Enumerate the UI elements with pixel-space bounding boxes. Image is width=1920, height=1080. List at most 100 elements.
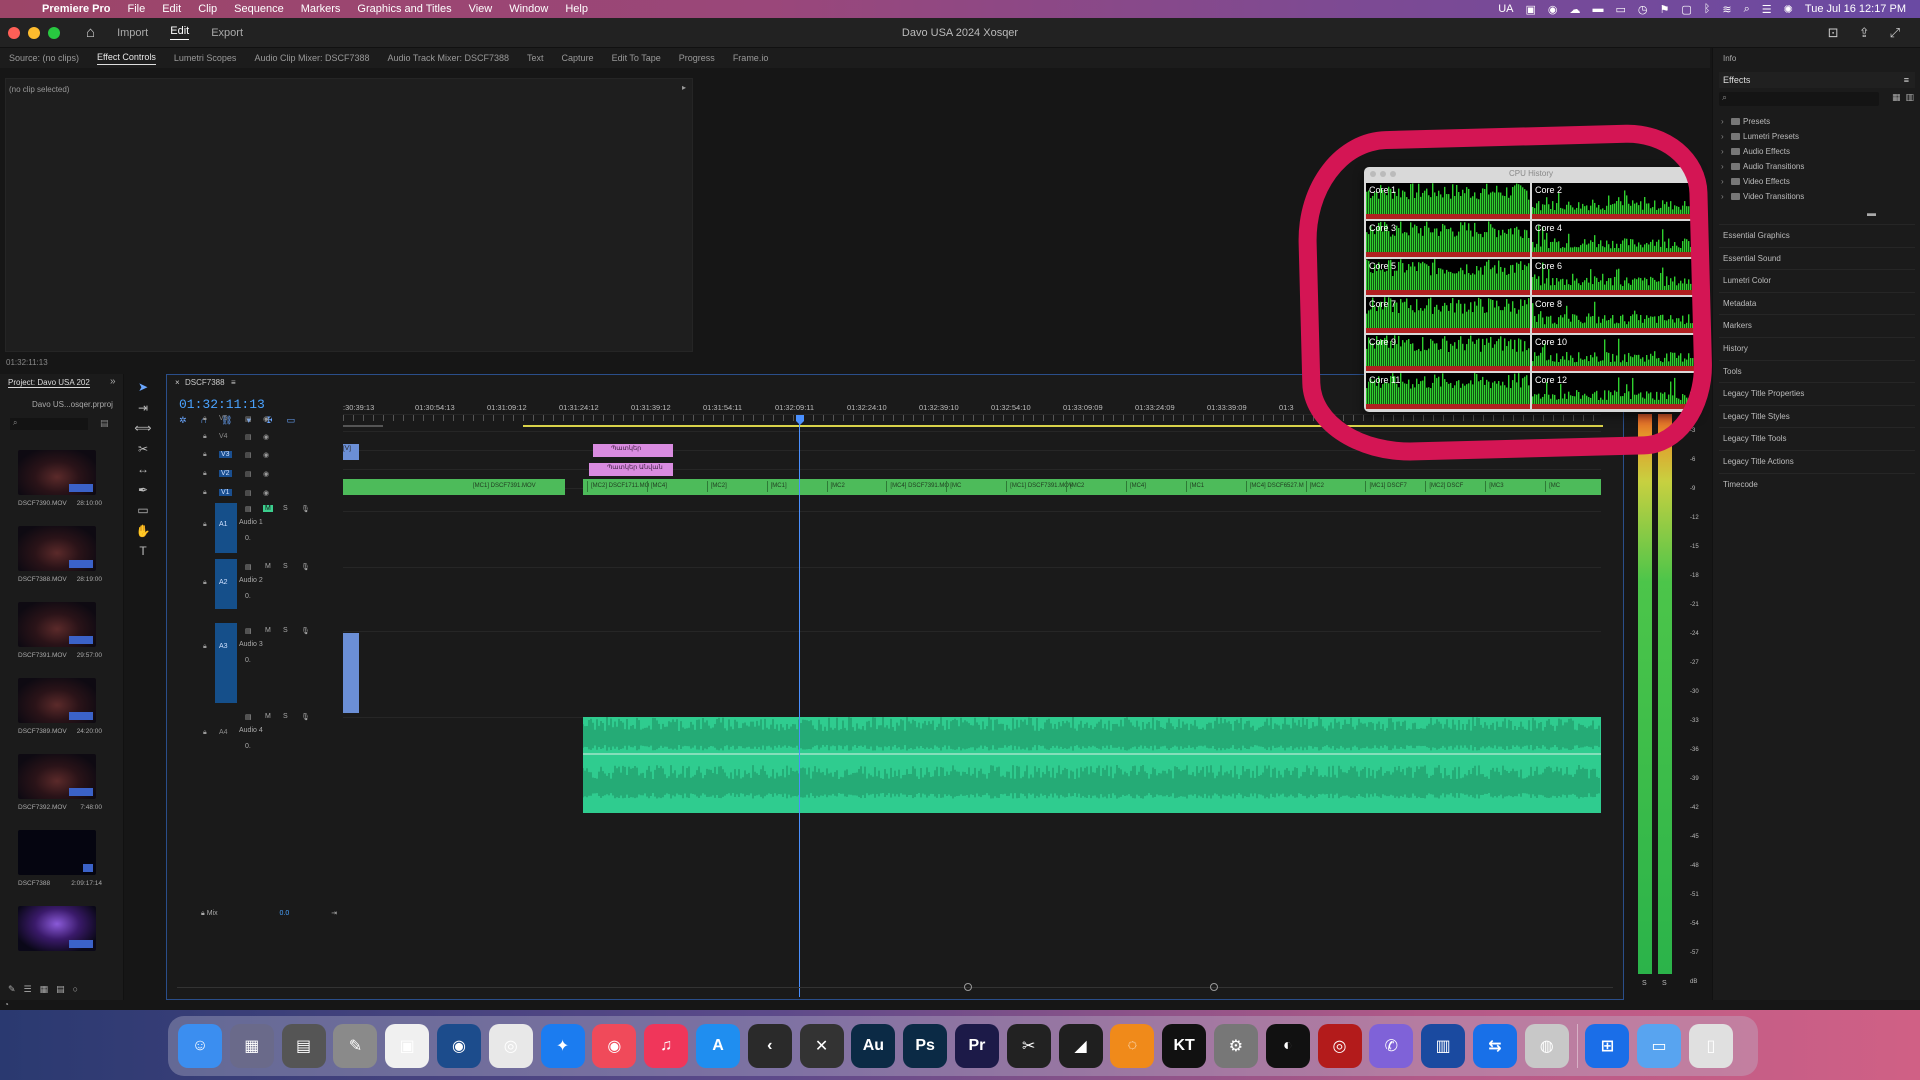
zoom-window-button[interactable] [48, 26, 60, 39]
dock-teamviewer-icon[interactable]: ⇆ [1472, 1024, 1517, 1068]
app-menu[interactable]: Premiere Pro [42, 3, 110, 15]
sync-lock-icon[interactable]: ▤ [245, 713, 252, 721]
eye-icon[interactable]: ◉ [263, 415, 269, 423]
nest-icon[interactable]: ✲ [179, 415, 187, 426]
clip-thumbnail[interactable] [18, 450, 96, 495]
lock-icon[interactable]: 🔒︎ [203, 521, 207, 529]
workspaces-icon[interactable]: ⊡ [1828, 25, 1839, 41]
tab-source[interactable]: Source: (no clips) [9, 53, 79, 63]
flag-icon[interactable]: ⚑ [1660, 3, 1670, 16]
multicam-segment[interactable]: [MC2 [1305, 481, 1364, 492]
section-essential-graphics[interactable]: Essential Graphics [1719, 224, 1915, 247]
dock-capcut-icon[interactable]: ‹ [747, 1024, 792, 1068]
dock-keytalk-icon[interactable]: KT [1162, 1024, 1207, 1068]
mix-value[interactable]: 0.0 [280, 910, 290, 917]
clock[interactable]: Tue Jul 16 12:17 PM [1805, 3, 1906, 15]
section-history[interactable]: History [1719, 336, 1915, 360]
track-volume[interactable]: 0. [245, 657, 251, 664]
section-essential-sound[interactable]: Essential Sound [1719, 246, 1915, 270]
lock-icon[interactable]: 🔒︎ [201, 910, 205, 917]
lock-icon[interactable]: 🔒︎ [203, 433, 207, 441]
clip-thumbnail[interactable] [18, 602, 96, 647]
tree-video-effects[interactable]: › Video Effects [1719, 174, 1909, 189]
multicam-segment[interactable]: [MC1 [1185, 481, 1244, 492]
multicam-segment[interactable]: [MC4] DSCF6527.M [1245, 481, 1304, 492]
section-tools[interactable]: Tools [1719, 359, 1915, 383]
menu-view[interactable]: View [469, 3, 493, 15]
freeform-view-icon[interactable]: ▤ [56, 984, 65, 995]
sync-lock-icon[interactable]: ▤ [245, 627, 252, 635]
sync-lock-icon[interactable]: ▤ [245, 563, 252, 571]
dock-final-cut-pro-icon[interactable]: ✂ [1006, 1024, 1051, 1068]
menu-help[interactable]: Help [565, 3, 588, 15]
lock-icon[interactable]: 🔒︎ [203, 579, 207, 587]
multicam-segment[interactable]: [MC2 [1066, 481, 1124, 492]
expand-arrow-icon[interactable]: ▸ [682, 83, 686, 92]
mute-button[interactable]: M [265, 563, 271, 570]
track-v4[interactable] [343, 431, 1601, 448]
track-v5[interactable] [343, 414, 1601, 429]
effects-menu-icon[interactable]: ≡ [1904, 72, 1909, 88]
solo-button[interactable]: S [283, 713, 288, 720]
sync-lock-icon[interactable]: ▤ [245, 451, 252, 459]
selection-tool-icon[interactable]: ➤ [134, 380, 152, 401]
tab-text[interactable]: Text [527, 53, 544, 63]
section-metadata[interactable]: Metadata [1719, 291, 1915, 315]
dock-davinci-icon[interactable]: ◎ [1317, 1024, 1362, 1068]
dock-nuke-icon[interactable]: ✕ [799, 1024, 844, 1068]
screen-record-icon[interactable]: ▣ [1525, 3, 1535, 16]
dock-motion-icon[interactable]: ◌ [1110, 1024, 1155, 1068]
sync-lock-icon[interactable]: ▤ [245, 505, 252, 513]
dock-apple-music-icon[interactable]: ♫ [644, 1024, 689, 1068]
section-legacy-title-tools[interactable]: Legacy Title Tools [1719, 427, 1915, 450]
go-to-end-icon[interactable]: ⇥ [331, 910, 337, 917]
scroll-handle-right[interactable] [1210, 983, 1218, 991]
dock-activity-monitor-icon[interactable]: ◐ [1265, 1024, 1310, 1068]
lock-icon[interactable]: 🔒︎ [203, 729, 207, 737]
tab-export[interactable]: Export [211, 27, 243, 39]
solo-button[interactable]: S [283, 627, 288, 634]
track-volume[interactable]: 0. [245, 535, 251, 542]
solo-left-button[interactable]: S [1642, 980, 1647, 987]
multicam-segment[interactable]: [MC [1545, 481, 1601, 492]
pencil-icon[interactable]: ✎ [8, 984, 16, 995]
track-volume[interactable]: 0. [245, 593, 251, 600]
section-lumetri-color[interactable]: Lumetri Color [1719, 269, 1915, 292]
menu-graphics-and-titles[interactable]: Graphics and Titles [357, 3, 451, 15]
dock-windows-app-icon[interactable]: ⊞ [1585, 1024, 1630, 1068]
close-window-button[interactable] [8, 26, 20, 39]
display-icon[interactable]: ▭ [1616, 3, 1626, 16]
microphone-icon[interactable]: 🎙︎ [301, 713, 310, 721]
wifi-icon[interactable]: ≋ [1722, 3, 1731, 16]
dock-system-settings-icon[interactable]: ⚙ [1213, 1024, 1258, 1068]
sequence-thumbnail[interactable] [18, 830, 96, 875]
solo-right-button[interactable]: S [1662, 980, 1667, 987]
multicam-segment[interactable]: [MC1] DSCF7 [1365, 481, 1423, 492]
dock-trash-icon[interactable]: ▯ [1688, 1024, 1733, 1068]
title-clip[interactable]: Պատկեր Անվան [589, 463, 673, 476]
menu-window[interactable]: Window [509, 3, 548, 15]
pen-tool-icon[interactable]: ✒ [134, 483, 152, 504]
tab-edit-to-tape[interactable]: Edit To Tape [612, 53, 661, 63]
dock-finder-icon[interactable]: ☺ [178, 1024, 222, 1068]
rectangle-tool-icon[interactable]: ▭ [134, 503, 152, 524]
dock-music-icon[interactable]: ◉ [592, 1024, 637, 1068]
clip-thumbnail[interactable] [18, 678, 96, 723]
multicam-segment[interactable]: [MC1] [766, 481, 825, 492]
menu-file[interactable]: File [127, 3, 145, 15]
razor-tool-icon[interactable]: ✂ [134, 442, 152, 463]
tree-audio-transitions[interactable]: › Audio Transitions [1719, 159, 1909, 174]
tree-video-transitions[interactable]: › Video Transitions [1719, 189, 1909, 204]
microphone-icon[interactable]: 🎙︎ [301, 563, 310, 571]
track-a3[interactable] [343, 631, 1601, 717]
cloud-icon[interactable]: ☁ [1570, 3, 1581, 16]
multicam-segment[interactable]: [MC [946, 481, 1004, 492]
menu-sequence[interactable]: Sequence [234, 3, 284, 15]
mute-button[interactable]: M [265, 627, 271, 634]
tab-capture[interactable]: Capture [562, 53, 594, 63]
slip-tool-icon[interactable]: ↔ [134, 462, 152, 483]
dock-premiere-pro-icon[interactable]: Pr [954, 1024, 999, 1068]
dock-downloads-icon[interactable]: ▭ [1637, 1024, 1682, 1068]
timeline-scrollbar[interactable] [167, 983, 1623, 993]
mute-button[interactable]: M [263, 505, 273, 512]
